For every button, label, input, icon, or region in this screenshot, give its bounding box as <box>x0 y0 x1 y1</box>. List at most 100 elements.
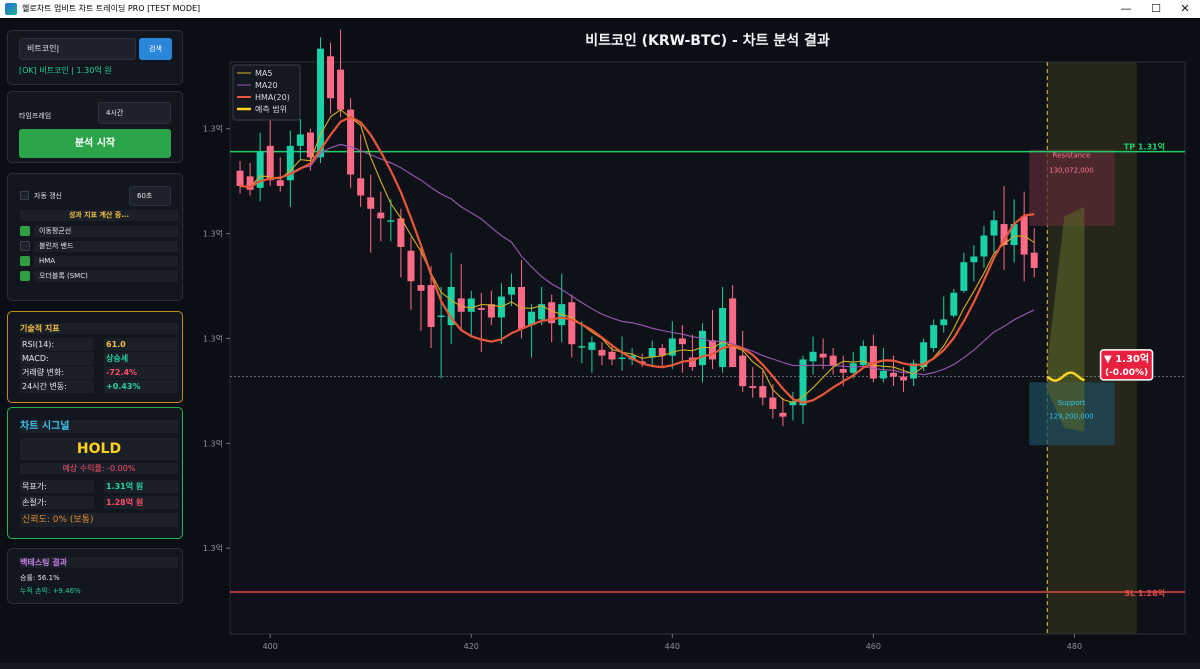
tech-title: 기술적 지표 <box>20 323 178 334</box>
tech-label: 거래량 변화: <box>20 366 94 379</box>
refresh-interval-spinbox[interactable]: 60초 <box>129 186 171 206</box>
timeframe-select[interactable]: 4시간 <box>98 102 171 124</box>
indicator-checkbox[interactable] <box>20 256 30 266</box>
tech-label: MACD: <box>20 352 94 365</box>
y-tick-label: 1.3억 <box>203 229 223 239</box>
candle-body <box>568 302 576 345</box>
candle-body <box>357 178 365 196</box>
candle-body <box>889 372 897 377</box>
candle-body <box>467 298 475 312</box>
x-tick-label: 460 <box>866 642 881 651</box>
y-tick-label: 1.3억 <box>203 333 223 343</box>
support-value: 129,200,000 <box>1049 413 1094 421</box>
maximize-button[interactable]: ☐ <box>1141 0 1171 18</box>
candle-body <box>437 315 445 318</box>
candle-body <box>940 319 948 326</box>
indicator-checkbox[interactable] <box>20 226 30 236</box>
tech-value: -72.4% <box>104 366 178 379</box>
candle-body <box>337 69 345 110</box>
chart-legend: MA5 MA20 HMA(20) 예측 범위 <box>232 64 301 121</box>
indicator-checkbox[interactable] <box>20 271 30 281</box>
candle-body <box>367 197 375 209</box>
candle-body <box>819 353 827 358</box>
candle-body <box>769 397 777 410</box>
candle-body <box>377 212 385 219</box>
signal-title: 차트 시그널 <box>20 420 178 433</box>
x-tick-label: 440 <box>665 642 680 651</box>
candle-body <box>779 412 787 417</box>
stop-price-value: 1.28억 원 <box>104 496 178 509</box>
price-badge-line1: ▼ 1.30억 <box>1104 353 1149 365</box>
legend-label: MA20 <box>255 81 278 90</box>
candle-body <box>578 346 586 348</box>
timeframe-label: 타임프레임 <box>19 112 52 120</box>
candle-body <box>236 170 244 186</box>
close-button[interactable]: ✕ <box>1170 0 1200 18</box>
signal-value: HOLD <box>20 438 178 460</box>
candle-body <box>588 342 596 350</box>
candle-body <box>900 376 908 381</box>
candle-body <box>719 307 727 368</box>
search-panel: 비트코인| 검색 [OK] 비트코인 | 1.30억 원 <box>7 30 183 85</box>
minimize-button[interactable]: — <box>1111 0 1141 18</box>
backtest-title: 백테스팅 결과 <box>20 557 178 568</box>
coin-search-input[interactable]: 비트코인| <box>19 38 136 60</box>
candle-body <box>407 250 415 282</box>
candle-body <box>327 56 335 99</box>
y-tick-label: 1.3억 <box>203 438 223 448</box>
legend-label: MA5 <box>255 69 272 78</box>
candle-body <box>477 307 485 310</box>
x-tick-label: 480 <box>1067 642 1082 651</box>
calc-status: 성과 지표 계산 중... <box>20 210 178 221</box>
candle-body <box>829 355 837 366</box>
x-tick-label: 420 <box>464 642 479 651</box>
tech-value: 상승세 <box>104 352 178 365</box>
tech-value: +0.43% <box>104 380 178 393</box>
signal-panel: 차트 시그널 HOLD 예상 수익률: -0.00% 목표가: 1.31억 원 … <box>7 407 183 539</box>
indicator-checkbox[interactable] <box>20 241 30 251</box>
candle-body <box>990 220 998 236</box>
candle-body <box>980 235 988 257</box>
y-tick-label: 1.3억 <box>203 124 223 134</box>
candle-body <box>487 304 495 318</box>
candle-body <box>879 370 887 379</box>
backtest-panel: 백테스팅 결과 승률: 56.1% 누적 손익: +9.46% <box>7 548 183 604</box>
candle-body <box>417 285 425 291</box>
candle-body <box>608 351 616 360</box>
candle-body <box>930 325 938 348</box>
analysis-panel: 타임프레임 4시간 분석 시작 <box>7 91 183 163</box>
candle-body <box>809 351 817 362</box>
indicator-label: HMA <box>34 256 178 267</box>
candle-body <box>749 386 757 389</box>
tech-indicators-panel: 기술적 지표 RSI(14): 61.0 MACD: 상승세거래량 변화: -72.4%… <box>7 311 183 403</box>
indicator-label: 오더블록 (SMC) <box>34 271 178 282</box>
indicator-label: 볼린저 밴드 <box>34 241 178 252</box>
tech-row: MACD: 상승세 <box>20 352 178 365</box>
expected-return: 예상 수익률: -0.00% <box>20 463 178 474</box>
candle-body <box>658 348 666 356</box>
legend-label: 예측 범위 <box>255 104 287 114</box>
tech-row: RSI(14): 61.0 <box>20 338 178 351</box>
candle-body <box>598 349 606 356</box>
auto-refresh-checkbox[interactable] <box>20 191 29 200</box>
candle-body <box>296 134 304 146</box>
candle-body <box>266 145 274 181</box>
sl-label: SL 1.28억 <box>1124 588 1165 598</box>
search-button[interactable]: 검색 <box>139 38 172 60</box>
target-price-label: 목표가: <box>20 480 94 493</box>
resistance-value: 130,072,000 <box>1049 167 1094 175</box>
candle-body <box>387 220 395 222</box>
tech-value: 61.0 <box>104 338 178 351</box>
cumulative-pnl: 누적 손익: +9.46% <box>20 587 81 595</box>
window-titlebar: 헬로차트 업비트 차트 트레이딩 PRO [TEST MODE] — ☐ ✕ <box>0 0 1200 18</box>
candle-body <box>950 292 958 316</box>
target-price-row: 목표가: 1.31억 원 <box>20 480 178 493</box>
status-strip <box>0 663 1200 669</box>
tech-row: 거래량 변화: -72.4% <box>20 366 178 379</box>
y-tick-label: 1.3억 <box>203 543 223 553</box>
candle-body <box>709 340 717 360</box>
x-tick-label: 400 <box>263 642 278 651</box>
app-icon <box>5 3 17 15</box>
start-analysis-button[interactable]: 분석 시작 <box>19 129 171 158</box>
candlestick-chart: 1.3억 1.3억 1.3억 1.3억 1.3억 400 420 440 460 480 TP 1.… <box>203 29 1186 651</box>
